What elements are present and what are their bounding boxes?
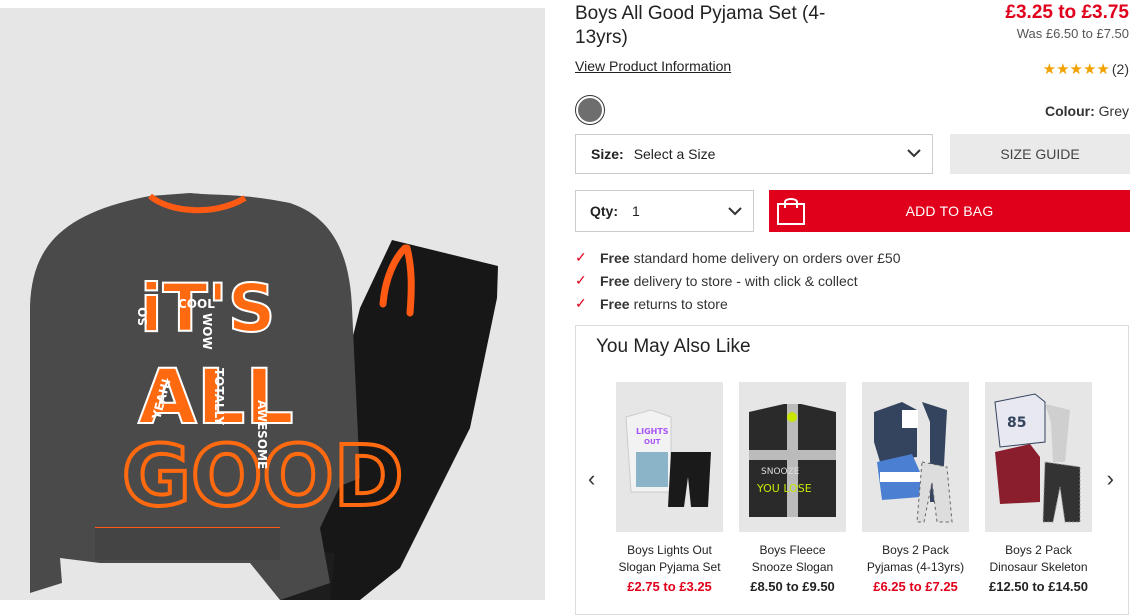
quantity-select[interactable]: Qty: 1 [575,190,754,232]
artwork-text: OUT [644,438,661,446]
artwork-small5: AWESOME [255,400,269,469]
size-guide-button[interactable]: SIZE GUIDE [950,134,1130,174]
qty-value: 1 [632,203,640,219]
colour-swatch-grey[interactable] [575,95,605,125]
benefit-item: ✓ Free delivery to store - with click & … [575,269,901,292]
ymal-title: You May Also Like [596,336,751,357]
benefit-bold: Free [600,249,630,266]
benefit-bold: Free [600,295,630,312]
product-price: £3.25 to £3.75 [1005,2,1129,23]
product-card-image[interactable] [862,382,969,532]
benefit-item: ✓ Free returns to store [575,292,901,315]
check-icon: ✓ [575,249,587,265]
check-icon: ✓ [575,295,587,311]
product-title: Boys All Good Pyjama Set (4-13yrs) [575,3,826,48]
star-icon: ★★★★★ [1042,61,1110,78]
product-card-name[interactable]: Boys Fleece Snooze Slogan [739,542,846,576]
review-count: (2) [1111,61,1129,77]
artwork-small4: TOTALLY [212,368,226,425]
check-icon: ✓ [575,272,587,288]
product-card-price: £2.75 to £3.25 [627,579,712,594]
artwork-text: YOU LOSE [756,482,812,495]
artwork-small1: SO [136,307,150,326]
product-card-price: £6.25 to £7.25 [873,579,958,594]
product-card-image[interactable]: SNOOZE YOU LOSE [739,382,846,532]
was-price: Was £6.50 to £7.50 [1016,26,1129,41]
product-card-name[interactable]: Boys Lights Out Slogan Pyjama Set [616,542,723,576]
view-product-information-link[interactable]: View Product Information [575,58,731,74]
pyjama-set-illustration: iT'S ALL GOOD SO COOL WOW TOTALLY AWESOM… [30,193,498,600]
artwork-small2: COOL [178,297,215,311]
product-card[interactable]: LIGHTS OUT Boys Lights Out Slogan Pyjama… [616,382,723,594]
size-value: Select a Size [633,146,716,162]
chevron-left-icon[interactable]: ‹ [588,466,595,492]
artwork-text: 85 [1007,415,1026,431]
add-to-bag-label: ADD TO BAG [905,203,994,219]
artwork-text: LIGHTS [636,427,669,436]
product-card-price: £8.50 to £9.50 [750,579,835,594]
artwork-small3: WOW [200,313,214,350]
chevron-down-icon [907,149,921,158]
size-label: Size: [591,146,624,162]
benefit-text: returns to store [633,295,728,312]
swatch-dot [578,98,602,122]
benefit-bold: Free [600,272,630,289]
benefit-text: standard home delivery on orders over £5… [633,249,901,266]
delivery-benefits: ✓ Free standard home delivery on orders … [575,246,901,315]
product-rating[interactable]: ★★★★★ (2) [1043,60,1129,78]
chevron-right-icon[interactable]: › [1107,466,1114,492]
benefit-text: delivery to store - with click & collect [633,272,858,289]
colour-label: Colour: [1045,103,1095,119]
product-card-image[interactable]: 85 [985,382,1092,532]
product-card[interactable]: 85 Boys 2 Pack Dinosaur Skeleton £12.50 … [985,382,1092,594]
product-card[interactable]: Boys 2 Pack Pyjamas (4-13yrs) £6.25 to £… [862,382,969,594]
product-card-image[interactable]: LIGHTS OUT [616,382,723,532]
product-card[interactable]: SNOOZE YOU LOSE Boys Fleece Snooze Sloga… [739,382,846,594]
product-card-name[interactable]: Boys 2 Pack Dinosaur Skeleton [985,542,1092,576]
colour-display: Colour: Grey [1045,103,1129,119]
colour-value: Grey [1098,103,1129,119]
product-main-image[interactable]: iT'S ALL GOOD SO COOL WOW TOTALLY AWESOM… [0,8,545,600]
shopping-bag-icon [777,198,805,225]
you-may-also-like-carousel: You May Also Like ‹ › LIGHTS OUT Boys Li… [575,325,1129,615]
benefit-item: ✓ Free standard home delivery on orders … [575,246,901,269]
qty-label: Qty: [590,203,618,219]
add-to-bag-button[interactable]: ADD TO BAG [769,190,1130,232]
chevron-down-icon [728,207,742,216]
size-select[interactable]: Size: Select a Size [575,134,933,174]
artwork-text: SNOOZE [761,467,800,477]
product-card-price: £12.50 to £14.50 [988,579,1089,594]
product-card-name[interactable]: Boys 2 Pack Pyjamas (4-13yrs) [862,542,969,576]
